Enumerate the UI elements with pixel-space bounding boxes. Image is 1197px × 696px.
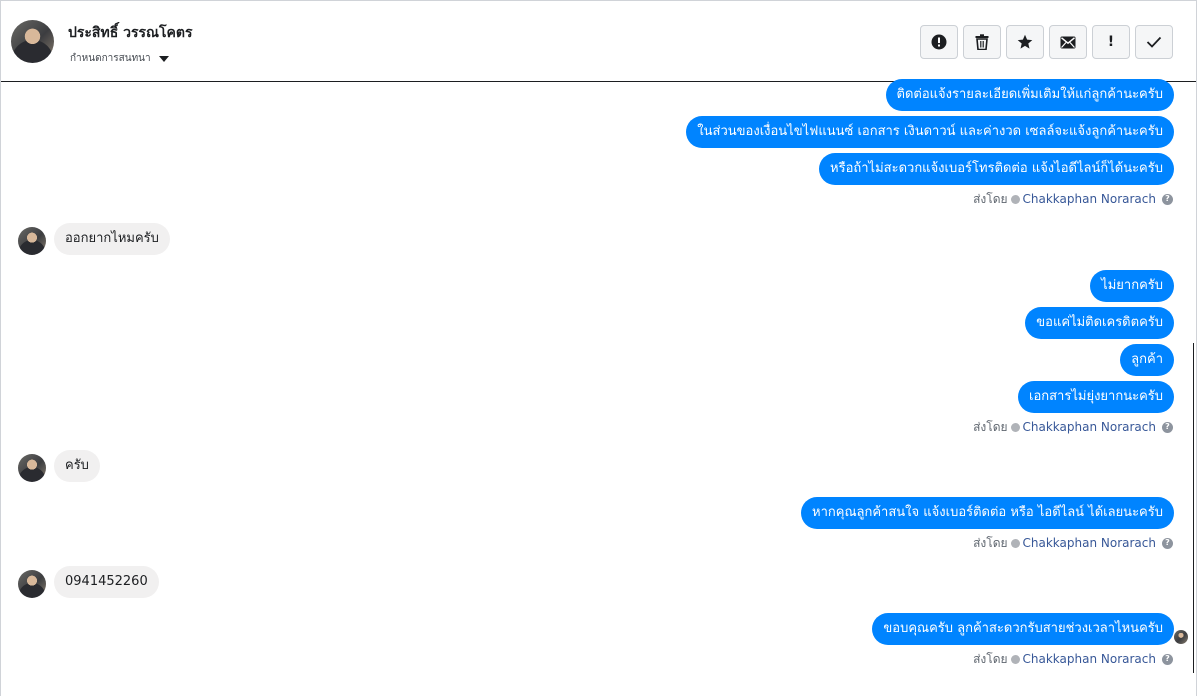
mark-spam-button[interactable] — [920, 25, 958, 59]
caret-down-icon — [158, 55, 169, 62]
assign-conversation-dropdown[interactable]: กำหนดการสนทนา — [70, 51, 169, 66]
seen-avatar — [1174, 630, 1188, 644]
star-icon — [1017, 34, 1033, 49]
sent-by-prefix: ส่งโดย — [973, 535, 1008, 550]
follow-up-button[interactable]: ! — [1092, 25, 1130, 59]
mark-done-button[interactable] — [1135, 25, 1173, 59]
agent-name-link[interactable]: Chakkaphan Norarach — [1023, 420, 1156, 434]
outgoing-message[interactable]: ไม่ยากครับ — [1090, 270, 1174, 302]
help-icon[interactable]: ? — [1162, 537, 1173, 549]
sent-by-label: ส่งโดย Chakkaphan Norarach ? — [973, 191, 1173, 207]
assign-label: กำหนดการสนทนา — [70, 53, 151, 64]
sent-by-prefix: ส่งโดย — [973, 191, 1008, 206]
help-icon[interactable]: ? — [1162, 653, 1173, 665]
outgoing-message[interactable]: ติดต่อแจ้งรายละเอียดเพิ่มเติมให้แก่ลูกค้… — [885, 79, 1174, 111]
trash-icon — [975, 34, 989, 50]
agent-name-link[interactable]: Chakkaphan Norarach — [1023, 192, 1156, 206]
check-icon — [1146, 36, 1162, 48]
sent-by-prefix: ส่งโดย — [973, 419, 1008, 434]
help-icon[interactable]: ? — [1162, 421, 1173, 433]
agent-name-link[interactable]: Chakkaphan Norarach — [1023, 652, 1156, 666]
agent-name-link[interactable]: Chakkaphan Norarach — [1023, 536, 1156, 550]
outgoing-message[interactable]: ขอแค่ไม่ติดเครดิตครับ — [1025, 307, 1174, 339]
alert-circle-icon — [931, 34, 947, 50]
contact-avatar[interactable] — [11, 20, 54, 63]
conversation-panel: ประสิทธิ์ วรรณโคตร กำหนดการสนทนา ! ติดต่… — [0, 0, 1197, 696]
message-thread[interactable]: ติดต่อแจ้งรายละเอียดเพิ่มเติมให้แก่ลูกค้… — [1, 79, 1196, 696]
verified-icon — [1010, 422, 1020, 432]
star-button[interactable] — [1006, 25, 1044, 59]
incoming-message[interactable]: ออกยากไหมครับ — [54, 223, 170, 255]
contact-avatar-small — [18, 454, 46, 482]
outgoing-message[interactable]: หากคุณลูกค้าสนใจ แจ้งเบอร์ติดต่อ หรือ ไอ… — [801, 497, 1174, 529]
conversation-toolbar: ! — [920, 25, 1173, 59]
sent-by-label: ส่งโดย Chakkaphan Norarach ? — [973, 651, 1173, 667]
help-icon[interactable]: ? — [1162, 193, 1173, 205]
sent-by-label: ส่งโดย Chakkaphan Norarach ? — [973, 535, 1173, 551]
outgoing-message[interactable]: ในส่วนของเงื่อนไขไฟแนนซ์ เอกสาร เงินดาวน… — [686, 116, 1174, 148]
outgoing-message[interactable]: หรือถ้าไม่สะดวกแจ้งเบอร์โทรติดต่อ แจ้งไอ… — [819, 153, 1174, 185]
sent-by-label: ส่งโดย Chakkaphan Norarach ? — [973, 419, 1173, 435]
delete-button[interactable] — [963, 25, 1001, 59]
incoming-message[interactable]: 0941452260 — [54, 566, 159, 598]
outgoing-message[interactable]: ลูกค้า — [1120, 344, 1174, 376]
conversation-header: ประสิทธิ์ วรรณโคตร กำหนดการสนทนา ! — [1, 1, 1196, 82]
sent-by-prefix: ส่งโดย — [973, 651, 1008, 666]
outgoing-message[interactable]: เอกสารไม่ยุ่งยากนะครับ — [1018, 381, 1174, 413]
envelope-icon — [1060, 36, 1076, 48]
verified-icon — [1010, 538, 1020, 548]
follow-up-label: ! — [1107, 34, 1115, 50]
contact-avatar-small — [18, 227, 46, 255]
incoming-message[interactable]: ครับ — [54, 450, 100, 482]
mark-unread-button[interactable] — [1049, 25, 1087, 59]
contact-name[interactable]: ประสิทธิ์ วรรณโคตร — [68, 22, 193, 44]
scrollbar[interactable] — [1193, 343, 1194, 673]
outgoing-message[interactable]: ขอบคุณครับ ลูกค้าสะดวกรับสายช่วงเวลาไหนค… — [872, 613, 1174, 645]
verified-icon — [1010, 654, 1020, 664]
verified-icon — [1010, 194, 1020, 204]
contact-avatar-small — [18, 570, 46, 598]
